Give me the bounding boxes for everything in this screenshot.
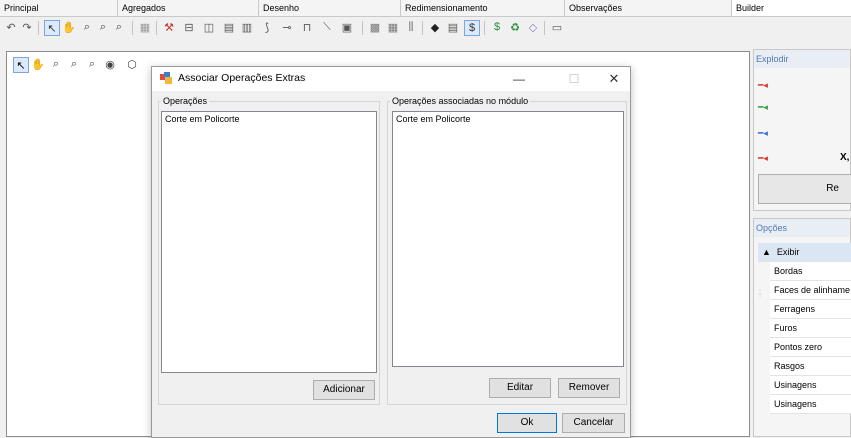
select-cursor-icon[interactable]: ↖: [13, 57, 29, 73]
option-row[interactable]: Rasgos: [770, 357, 851, 376]
add-button[interactable]: Adicionar: [313, 380, 375, 400]
cube-icon[interactable]: ◆: [428, 20, 442, 34]
option-row[interactable]: Furos: [770, 319, 851, 338]
explode-red-arrow-icon[interactable]: ━◂: [758, 80, 768, 91]
options-panel-title: Opções: [754, 219, 850, 237]
explode-blue-arrow-icon[interactable]: ━◂: [758, 128, 768, 139]
drill-icon[interactable]: ⚒: [162, 20, 176, 34]
zoom-out-icon[interactable]: ⌕: [112, 20, 126, 34]
tab-principal[interactable]: Principal: [0, 0, 118, 16]
list-item[interactable]: Corte em Policorte: [396, 114, 620, 124]
layers-icon[interactable]: ▣: [340, 20, 354, 34]
curve-icon[interactable]: ⟆: [260, 20, 274, 34]
pattern-icon[interactable]: ▦: [386, 20, 400, 34]
currency-swap-icon[interactable]: ♻: [508, 20, 522, 34]
minimize-icon[interactable]: —: [509, 70, 529, 88]
app-icon: [160, 72, 172, 84]
option-row[interactable]: Usinagens: [770, 395, 851, 414]
zoom-extents-icon[interactable]: ⌕: [80, 20, 94, 34]
image-icon[interactable]: ▩: [368, 20, 382, 34]
tab-redimensionamento[interactable]: Redimensionamento: [401, 0, 565, 16]
canvas-toolbar: ↖ ✋ ⌕ ⌕ ⌕ ◉ ⬡: [13, 56, 163, 73]
explode-red-arrow-icon[interactable]: ━◂: [758, 153, 768, 164]
tab-desenho[interactable]: Desenho: [259, 0, 401, 16]
zoom-in-icon[interactable]: ⌕: [96, 20, 110, 34]
eye-icon[interactable]: ◉: [103, 57, 117, 71]
explode-action-button[interactable]: Re: [758, 174, 851, 204]
line-icon[interactable]: ⟍: [320, 20, 334, 34]
dialog-titlebar: Associar Operações Extras — ☐ ✕: [152, 67, 630, 91]
main-toolbar: ↶ ↷ ↖ ✋ ⌕ ⌕ ⌕ ▦ ⚒ ⊟ ◫ ▤ ▥ ⟆ ⊸ ⊓ ⟍ ▣ ▩ ▦ …: [0, 17, 851, 39]
option-row[interactable]: Bordas: [770, 262, 851, 281]
explode-green-arrow-icon[interactable]: ━◂: [758, 102, 768, 113]
option-row[interactable]: Usinagens: [770, 376, 851, 395]
profile-icon[interactable]: ▥: [240, 20, 254, 34]
edit-button[interactable]: Editar: [489, 378, 551, 398]
columns-icon[interactable]: ⫼: [404, 20, 418, 34]
axis-x-label: X,: [840, 152, 850, 163]
panel-icon[interactable]: ◫: [202, 20, 216, 34]
options-panel: Opções ⋮ ▲ Exibir Bordas Faces de alinham…: [753, 218, 851, 437]
option-row[interactable]: Ferragens: [770, 300, 851, 319]
redo-icon[interactable]: ↷: [20, 20, 34, 34]
pan-hand-icon[interactable]: ✋: [31, 57, 45, 71]
tab-agregados[interactable]: Agregados: [118, 0, 259, 16]
associated-group-label: Operações associadas no módulo: [390, 96, 531, 106]
associated-operations-list[interactable]: Corte em Policorte: [392, 111, 624, 367]
associated-operations-group: Operações associadas no módulo Corte em …: [387, 96, 627, 405]
tool-icon[interactable]: ▤: [222, 20, 236, 34]
operations-list[interactable]: Corte em Policorte: [161, 111, 377, 373]
measure-icon[interactable]: ⊸: [280, 20, 294, 34]
view-cube-icon[interactable]: ⬡: [125, 57, 139, 71]
collapse-chevron-icon[interactable]: ▲: [762, 247, 771, 257]
option-row[interactable]: Pontos zero: [770, 338, 851, 357]
eraser-icon[interactable]: ◇: [526, 20, 540, 34]
undo-icon[interactable]: ↶: [4, 20, 18, 34]
window-icon[interactable]: ▭: [550, 20, 564, 34]
option-row[interactable]: Faces de alinhame: [770, 281, 851, 300]
select-cursor-icon[interactable]: ↖: [44, 20, 60, 36]
associate-operations-dialog: Associar Operações Extras — ☐ ✕ Operaçõe…: [151, 66, 631, 438]
ok-button[interactable]: Ok: [497, 413, 557, 433]
maximize-icon: ☐: [568, 72, 580, 86]
operations-group: Operações Corte em Policorte Adicionar: [158, 96, 380, 405]
tab-observacoes[interactable]: Observações: [565, 0, 732, 16]
cancel-button[interactable]: Cancelar: [562, 413, 625, 433]
zoom-extents-icon[interactable]: ⌕: [49, 57, 63, 71]
explode-panel-title: Explodir: [754, 50, 850, 68]
explode-panel: Explodir ━◂ ━◂ ━◂ ━◂ X, Re: [753, 49, 851, 211]
money-bag-icon[interactable]: $: [464, 20, 480, 36]
close-icon[interactable]: ✕: [604, 70, 624, 88]
shelf-icon[interactable]: ⊟: [182, 20, 196, 34]
ribbon-tabbar: Principal Agregados Desenho Redimensiona…: [0, 0, 851, 17]
dialog-title: Associar Operações Extras: [178, 72, 306, 84]
frame-icon[interactable]: ⊓: [300, 20, 314, 34]
document-icon[interactable]: ▤: [446, 20, 460, 34]
pan-hand-icon[interactable]: ✋: [62, 20, 76, 34]
zoom-in-icon[interactable]: ⌕: [67, 57, 81, 71]
resize-grip-icon[interactable]: ⋮: [756, 289, 764, 298]
options-group-label: Exibir: [776, 247, 800, 257]
options-group-exibir[interactable]: ▲ Exibir: [758, 243, 851, 262]
remove-button[interactable]: Remover: [558, 378, 620, 398]
tab-builder[interactable]: Builder: [732, 0, 851, 16]
operations-group-label: Operações: [161, 96, 210, 106]
list-item[interactable]: Corte em Policorte: [165, 114, 373, 124]
price-icon[interactable]: $: [490, 20, 504, 34]
grid-icon[interactable]: ▦: [138, 20, 152, 34]
zoom-out-icon[interactable]: ⌕: [85, 57, 99, 71]
